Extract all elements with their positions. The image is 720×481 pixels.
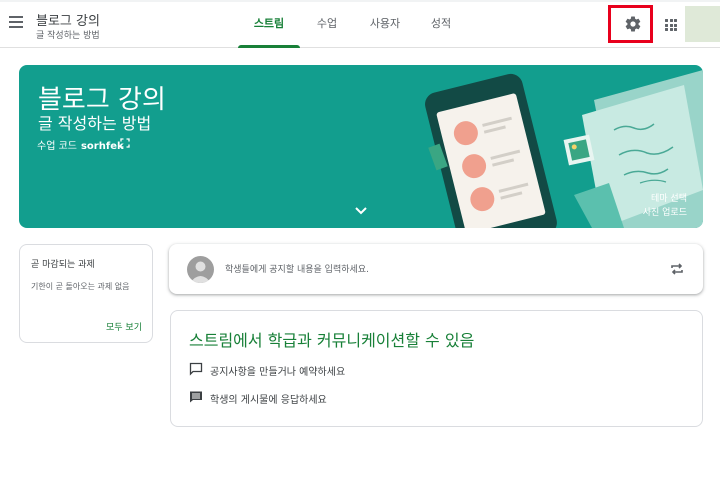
menu-icon[interactable] (9, 16, 23, 30)
user-avatar (187, 256, 214, 283)
class-title[interactable]: 블로그 강의 (36, 10, 100, 29)
view-all-link[interactable]: 모두 보기 (106, 320, 142, 333)
reply-list-icon (190, 391, 202, 403)
class-code-label: 수업 코드 (37, 141, 77, 152)
tab-classwork[interactable]: 수업 (306, 0, 348, 48)
tab-people[interactable]: 사용자 (360, 0, 410, 48)
banner-subtitle: 글 작성하는 방법 (38, 114, 152, 133)
settings-gear-icon[interactable] (624, 15, 642, 33)
top-app-bar: 블로그 강의 글 작성하는 방법 스트림 수업 사용자 성적 (0, 0, 720, 48)
repost-icon[interactable] (669, 261, 685, 277)
select-theme-link[interactable]: 테마 선택 (651, 191, 687, 204)
chevron-down-icon[interactable] (354, 206, 368, 216)
stream-info-card: 스트림에서 학급과 커뮤니케이션할 수 있음 공지사항을 만들거나 예약하세요 … (170, 310, 703, 427)
upcoming-card: 곧 마감되는 과제 기한이 곧 돌아오는 과제 없음 모두 보기 (19, 244, 153, 343)
tab-grades[interactable]: 성적 (422, 0, 460, 48)
fullscreen-icon[interactable] (120, 138, 130, 148)
upload-photo-link[interactable]: 사진 업로드 (643, 205, 687, 218)
tab-stream[interactable]: 스트림 (238, 0, 300, 48)
person-icon (190, 261, 211, 283)
announcement-input[interactable]: 학생들에게 공지할 내용을 입력하세요. (225, 262, 369, 275)
class-code: 수업 코드 sorhfek (37, 137, 124, 152)
apps-grid-icon[interactable] (665, 19, 677, 31)
info-item-respond-text: 학생의 게시물에 응답하세요 (210, 395, 327, 406)
announcement-box[interactable]: 학생들에게 공지할 내용을 입력하세요. (169, 244, 703, 294)
info-item-announce-text: 공지사항을 만들거나 예약하세요 (210, 367, 346, 378)
class-code-value: sorhfek (80, 141, 124, 152)
upcoming-empty-text: 기한이 곧 돌아오는 과제 없음 (31, 282, 130, 291)
class-banner: 블로그 강의 글 작성하는 방법 수업 코드 sorhfek 테마 선택 사진 업… (19, 65, 703, 228)
stream-info-title: 스트림에서 학급과 커뮤니케이션할 수 있음 (189, 331, 475, 350)
upcoming-title: 곧 마감되는 과제 (31, 260, 95, 270)
account-avatar[interactable] (685, 6, 720, 42)
class-section: 글 작성하는 방법 (36, 31, 100, 41)
comment-icon (189, 362, 203, 376)
